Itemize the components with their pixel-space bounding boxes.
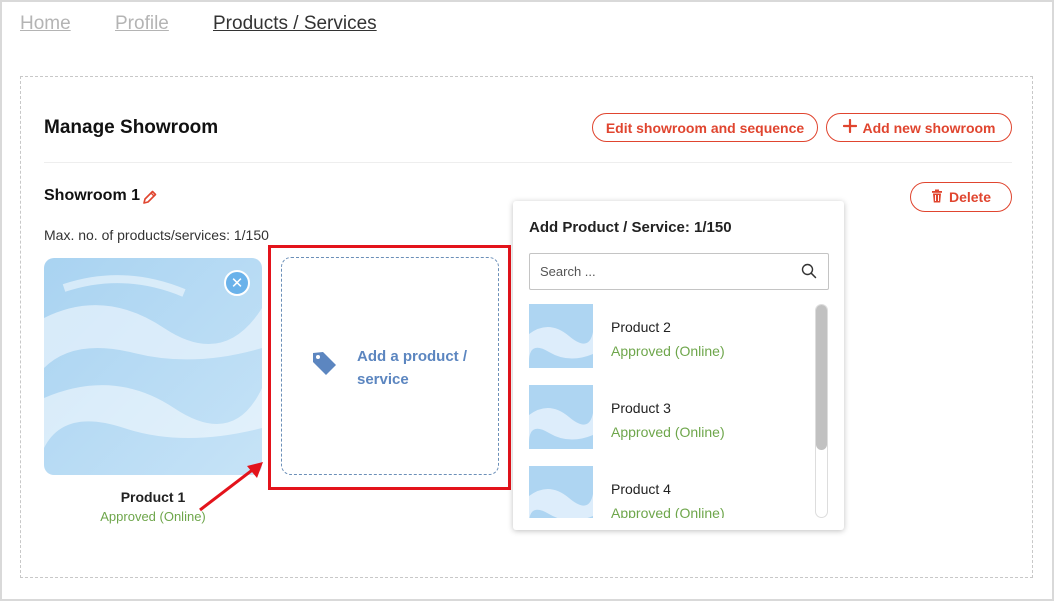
product-thumbnail <box>529 466 593 518</box>
delete-button[interactable]: Delete <box>910 182 1012 212</box>
nav-profile-link[interactable]: Profile <box>115 13 169 35</box>
list-item[interactable]: Product 2 Approved (Online) <box>529 304 799 368</box>
product-list: Product 2 Approved (Online) Product 3 Ap… <box>529 304 799 518</box>
edit-showroom-label: Edit showroom and sequence <box>605 119 805 136</box>
list-item-status: Approved (Online) <box>611 424 725 440</box>
plus-icon <box>842 118 857 136</box>
divider <box>44 162 1012 163</box>
highlight-box <box>268 245 511 490</box>
page-title: Manage Showroom <box>44 117 219 138</box>
search-icon[interactable] <box>801 263 817 284</box>
edit-showroom-button[interactable]: Edit showroom and sequence <box>592 113 818 142</box>
list-item-name: Product 3 <box>611 400 671 416</box>
list-item-name: Product 4 <box>611 481 671 497</box>
annotation-arrow <box>199 462 263 512</box>
add-showroom-label: Add new showroom <box>862 119 996 136</box>
list-item[interactable]: Product 4 Approved (Online) <box>529 466 799 518</box>
remove-product-icon[interactable]: ✕ <box>224 270 250 296</box>
search-field[interactable] <box>529 253 829 290</box>
product-thumbnail <box>529 304 593 368</box>
list-item-name: Product 2 <box>611 319 671 335</box>
list-item-status: Approved (Online) <box>611 505 725 518</box>
product-thumbnail <box>529 385 593 449</box>
dropdown-title: Add Product / Service: 1/150 <box>529 219 732 236</box>
list-item[interactable]: Product 3 Approved (Online) <box>529 385 799 449</box>
trash-icon <box>931 189 943 206</box>
nav-home-link[interactable]: Home <box>20 13 71 35</box>
search-input[interactable] <box>538 263 792 280</box>
showroom-name: Showroom 1 <box>44 187 141 204</box>
scrollbar-thumb[interactable] <box>816 305 827 450</box>
delete-label: Delete <box>948 189 992 205</box>
pencil-icon[interactable] <box>142 189 158 210</box>
add-showroom-button[interactable]: Add new showroom <box>826 113 1012 142</box>
list-item-status: Approved (Online) <box>611 343 725 359</box>
max-products-label: Max. no. of products/services: 1/150 <box>44 227 269 243</box>
nav-products-link[interactable]: Products / Services <box>213 13 377 35</box>
